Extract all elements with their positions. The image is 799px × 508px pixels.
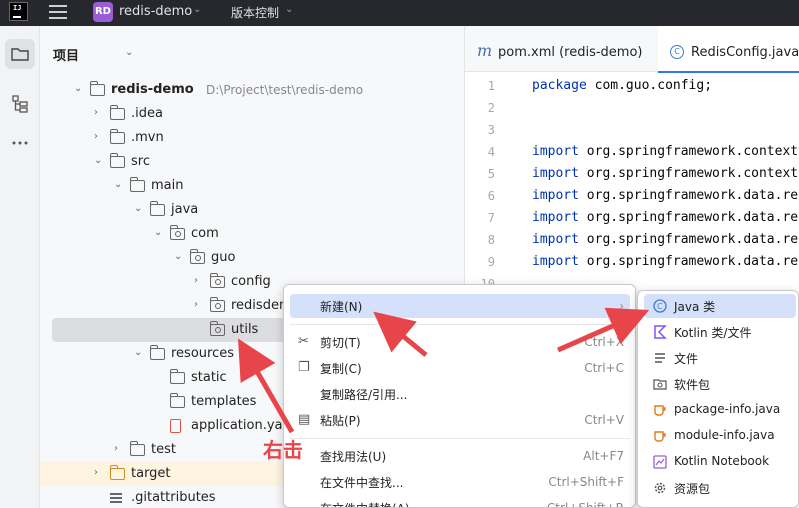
annotation-arrow-utils — [238, 338, 295, 434]
annotation-arrows — [238, 307, 650, 434]
annotation-label: 右击 — [263, 438, 303, 462]
annotation-arrow-java-class — [556, 307, 650, 353]
annotation-arrow-new — [373, 311, 428, 357]
